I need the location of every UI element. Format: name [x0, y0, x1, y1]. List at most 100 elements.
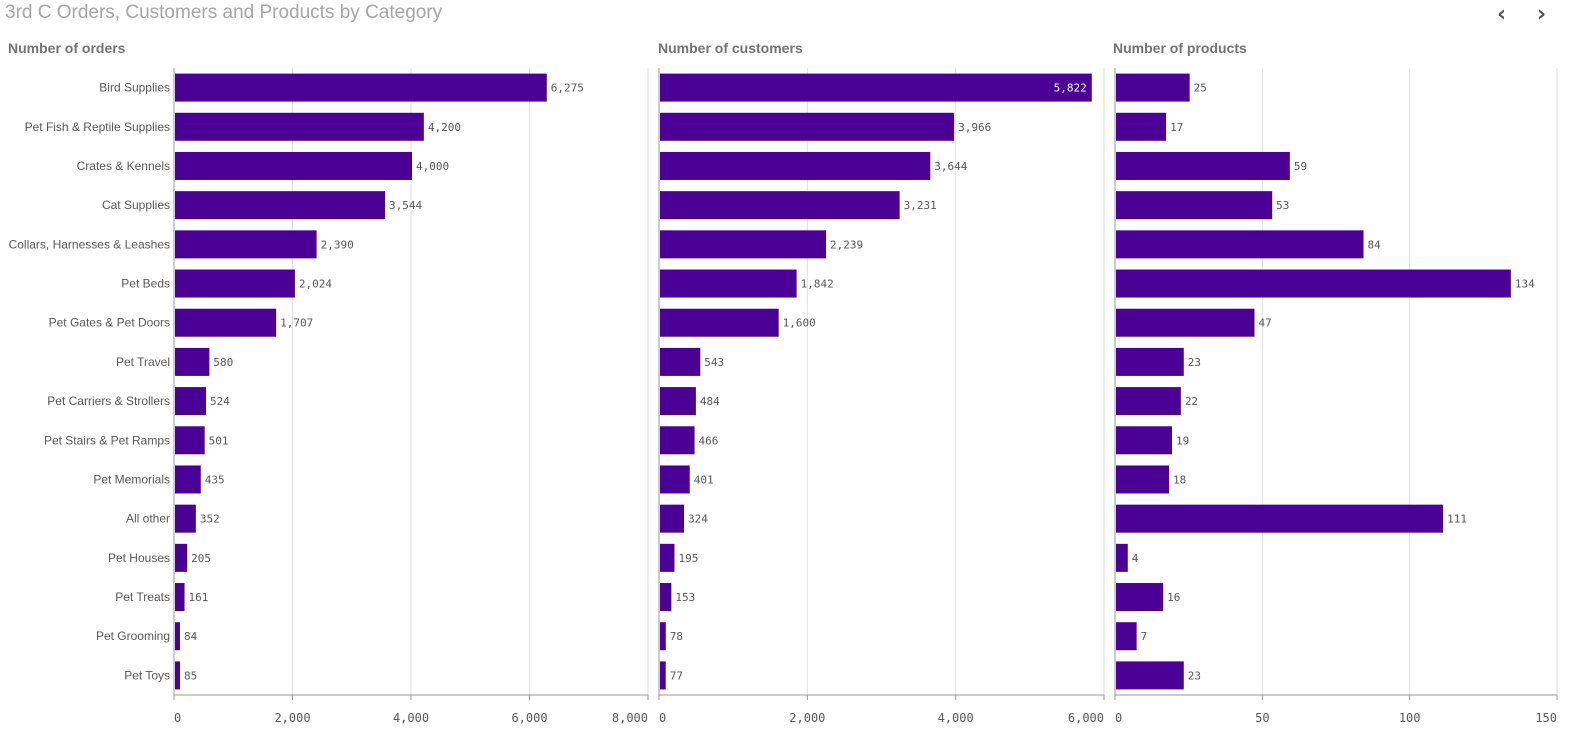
tick-label: 100 — [1399, 711, 1421, 725]
bar — [1116, 504, 1444, 533]
data-label: 4 — [1132, 552, 1139, 565]
category-label: Pet Treats — [115, 590, 170, 604]
category-label: Pet Gates & Pet Doors — [49, 316, 170, 330]
data-label: 4,200 — [428, 121, 461, 134]
bar — [1116, 387, 1181, 416]
data-label: 4,000 — [416, 160, 449, 173]
bar-charts: 0 2,000 4,000 6,000 8,000 6,275 Bird Supplies 4… — [9, 68, 1558, 725]
data-label: 53 — [1276, 199, 1289, 212]
data-label: 195 — [678, 552, 698, 565]
bar — [660, 622, 666, 651]
data-label: 161 — [189, 591, 209, 604]
bar — [660, 583, 672, 612]
category-label: Collars, Harnesses & Leashes — [9, 237, 170, 251]
bar — [175, 543, 188, 572]
data-label: 18 — [1173, 473, 1186, 486]
bar — [175, 465, 201, 494]
data-label: 1,707 — [280, 317, 313, 330]
data-label: 84 — [184, 630, 198, 643]
bar — [175, 583, 185, 612]
data-label: 78 — [670, 630, 683, 643]
data-label: 85 — [184, 669, 197, 682]
data-label: 466 — [699, 434, 719, 447]
bar — [175, 504, 196, 533]
tick-label: 4,000 — [938, 711, 974, 725]
bar — [660, 387, 696, 416]
data-label: 6,275 — [551, 82, 584, 95]
bar — [1116, 151, 1290, 180]
bar — [660, 151, 931, 180]
tick-label: 2,000 — [274, 711, 310, 725]
category-label: Cat Supplies — [102, 198, 170, 212]
bar — [660, 230, 827, 259]
tick-label: 0 — [659, 711, 666, 725]
bar — [175, 269, 295, 298]
category-label: Pet Fish & Reptile Supplies — [25, 120, 170, 134]
bar — [660, 269, 797, 298]
bar — [660, 661, 666, 690]
tick-label: 8,000 — [612, 711, 648, 725]
bar — [1116, 465, 1170, 494]
data-label: 16 — [1167, 591, 1180, 604]
bar — [1116, 112, 1167, 141]
data-label: 501 — [209, 434, 229, 447]
bar — [175, 308, 277, 337]
data-label: 2,390 — [321, 238, 354, 251]
data-label: 2,239 — [830, 238, 863, 251]
data-label: 324 — [688, 513, 708, 526]
category-label: Bird Supplies — [99, 81, 170, 95]
category-label: All other — [126, 512, 170, 526]
data-label: 3,231 — [904, 199, 937, 212]
bar — [1116, 426, 1172, 455]
data-label: 3,644 — [934, 160, 967, 173]
bar — [1116, 308, 1255, 337]
bar — [175, 191, 385, 220]
bar — [660, 543, 675, 572]
data-label: 153 — [675, 591, 695, 604]
data-label: 580 — [213, 356, 233, 369]
tick-label: 50 — [1255, 711, 1269, 725]
tick-label: 2,000 — [789, 711, 825, 725]
bar — [175, 230, 317, 259]
bar — [175, 347, 210, 376]
data-label: 352 — [200, 513, 220, 526]
tick-label: 0 — [1115, 711, 1122, 725]
category-label: Pet Grooming — [96, 629, 170, 643]
category-label: Pet Memorials — [93, 472, 170, 486]
data-label: 484 — [700, 395, 720, 408]
tick-label: 6,000 — [511, 711, 547, 725]
bar — [1116, 661, 1184, 690]
bar — [660, 112, 955, 141]
data-label: 435 — [205, 473, 225, 486]
data-label: 524 — [210, 395, 230, 408]
data-label: 1,600 — [783, 317, 816, 330]
data-label: 47 — [1258, 317, 1271, 330]
bar — [1116, 191, 1273, 220]
bar — [660, 191, 900, 220]
data-label: 3,966 — [958, 121, 991, 134]
data-label: 111 — [1447, 513, 1467, 526]
data-label: 543 — [704, 356, 724, 369]
tick-label: 150 — [1535, 711, 1557, 725]
data-label: 59 — [1294, 160, 1307, 173]
tick-label: 6,000 — [1068, 711, 1104, 725]
data-label: 17 — [1170, 121, 1183, 134]
data-label: 3,544 — [389, 199, 422, 212]
bar — [175, 387, 207, 416]
category-label: Pet Toys — [124, 668, 170, 682]
data-label: 1,842 — [801, 278, 834, 291]
data-label: 5,822 — [1054, 82, 1087, 95]
data-label: 401 — [694, 473, 714, 486]
data-label: 2,024 — [299, 278, 332, 291]
bar — [660, 347, 701, 376]
bar — [175, 622, 180, 651]
bar — [175, 112, 424, 141]
category-label: Pet Stairs & Pet Ramps — [44, 433, 170, 447]
bar — [175, 426, 205, 455]
bar — [1116, 269, 1511, 298]
bar — [660, 73, 1092, 102]
category-label: Pet Houses — [108, 551, 170, 565]
tick-label: 0 — [174, 711, 181, 725]
bar — [175, 73, 547, 102]
bar — [660, 308, 779, 337]
